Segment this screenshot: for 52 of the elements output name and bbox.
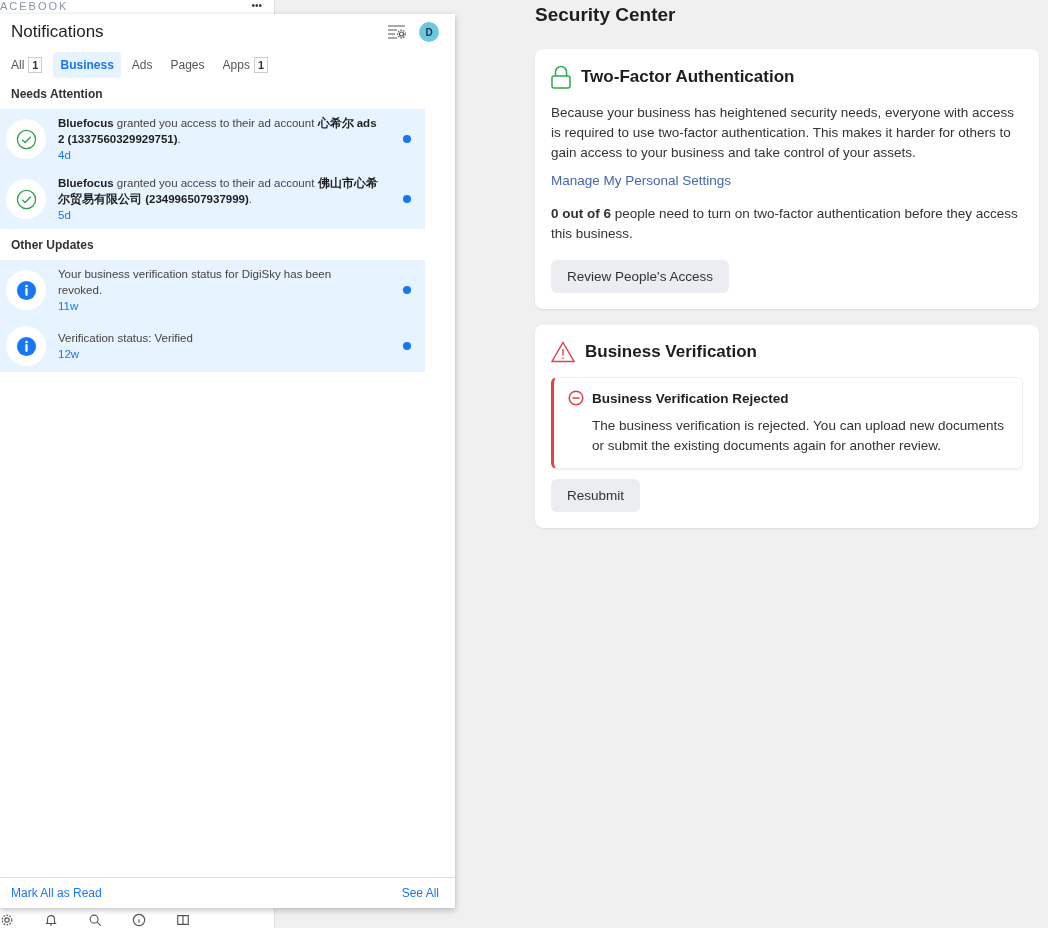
section-heading: Needs Attention bbox=[10, 86, 104, 103]
card-title: Business Verification bbox=[585, 342, 757, 362]
unread-dot bbox=[403, 286, 411, 294]
settings-icon[interactable] bbox=[387, 24, 407, 40]
tab[interactable]: Business bbox=[53, 52, 121, 78]
panel-title: Notifications bbox=[11, 22, 104, 42]
gear-icon[interactable] bbox=[0, 913, 14, 927]
tab[interactable]: Pages bbox=[163, 52, 212, 78]
notification-item[interactable]: Your business verification status for DigiSky has been revoked. 11w bbox=[0, 260, 425, 320]
notification-item[interactable]: Bluefocus granted you access to their ad account 心希尔 ads 2 (1337560329929751). 4d bbox=[0, 109, 425, 169]
bell-icon[interactable] bbox=[44, 913, 58, 927]
page-title: Security Center bbox=[535, 3, 677, 27]
info-icon bbox=[15, 279, 37, 301]
see-all-link[interactable]: See All bbox=[401, 886, 439, 900]
notification-text: Your business verification status for DigiSky has been revoked. bbox=[58, 267, 333, 298]
unread-dot bbox=[403, 135, 411, 143]
lock-icon bbox=[551, 65, 571, 89]
manage-settings-link[interactable]: Manage My Personal Settings bbox=[551, 173, 1023, 188]
time-text: 4d bbox=[58, 148, 72, 163]
logo-text: ACEBOOK bbox=[0, 0, 69, 12]
resubmit-button[interactable]: Resubmit bbox=[551, 479, 641, 512]
more-icon[interactable]: ••• bbox=[251, 0, 262, 12]
card-title: Two-Factor Authentication bbox=[581, 67, 795, 87]
notification-item[interactable]: Bluefocus granted you access to their ad account 佛山市心希尔贸易有限公司 (234996507937999). 5d bbox=[0, 169, 425, 229]
section-heading: Other Updates bbox=[10, 237, 95, 254]
time-text: 5d bbox=[58, 208, 72, 223]
unread-dot bbox=[403, 342, 411, 350]
review-access-button[interactable]: Review People's Access bbox=[551, 260, 729, 293]
search-icon[interactable] bbox=[88, 913, 102, 927]
info-icon[interactable] bbox=[132, 913, 146, 927]
notification-text: Bluefocus granted you access to their ad account 心希尔 ads 2 (1337560329929751). bbox=[58, 116, 378, 147]
book-icon[interactable] bbox=[176, 913, 190, 927]
unread-dot bbox=[403, 195, 411, 203]
time-text: 12w bbox=[58, 347, 81, 362]
warning-icon bbox=[551, 341, 575, 363]
info-icon bbox=[15, 335, 37, 357]
alert-title: Business Verification Rejected bbox=[592, 390, 789, 406]
tab[interactable]: Ads bbox=[124, 52, 160, 78]
minus-circle-icon bbox=[568, 390, 584, 406]
avatar[interactable]: D bbox=[419, 22, 439, 42]
tab[interactable]: Apps 1 bbox=[215, 52, 276, 78]
notification-text: Bluefocus granted you access to their ad account 佛山市心希尔贸易有限公司 (234996507937999). bbox=[58, 176, 378, 207]
check-circle-icon bbox=[15, 188, 37, 210]
status-text: 0 out of 6 people need to turn on two-factor authentication before they access this business. bbox=[551, 205, 1019, 243]
notification-item[interactable]: Verification status: Verified 12w bbox=[0, 320, 425, 372]
check-circle-icon bbox=[15, 128, 37, 150]
mark-all-read-link[interactable]: Mark All as Read bbox=[11, 886, 102, 900]
notification-text: Verification status: Verified bbox=[58, 331, 194, 346]
alert-text: The business verification is rejected. You can upload new documents or submit the existing documents again for another review. bbox=[591, 417, 1005, 455]
description-text: Because your business has heightened security needs, everyone with access is required to use two-factor authentication. This makes it harder for others to gain access to your business and take control of your assets. bbox=[551, 104, 1016, 162]
tab[interactable]: All 1 bbox=[4, 52, 50, 78]
time-text: 11w bbox=[58, 299, 80, 314]
